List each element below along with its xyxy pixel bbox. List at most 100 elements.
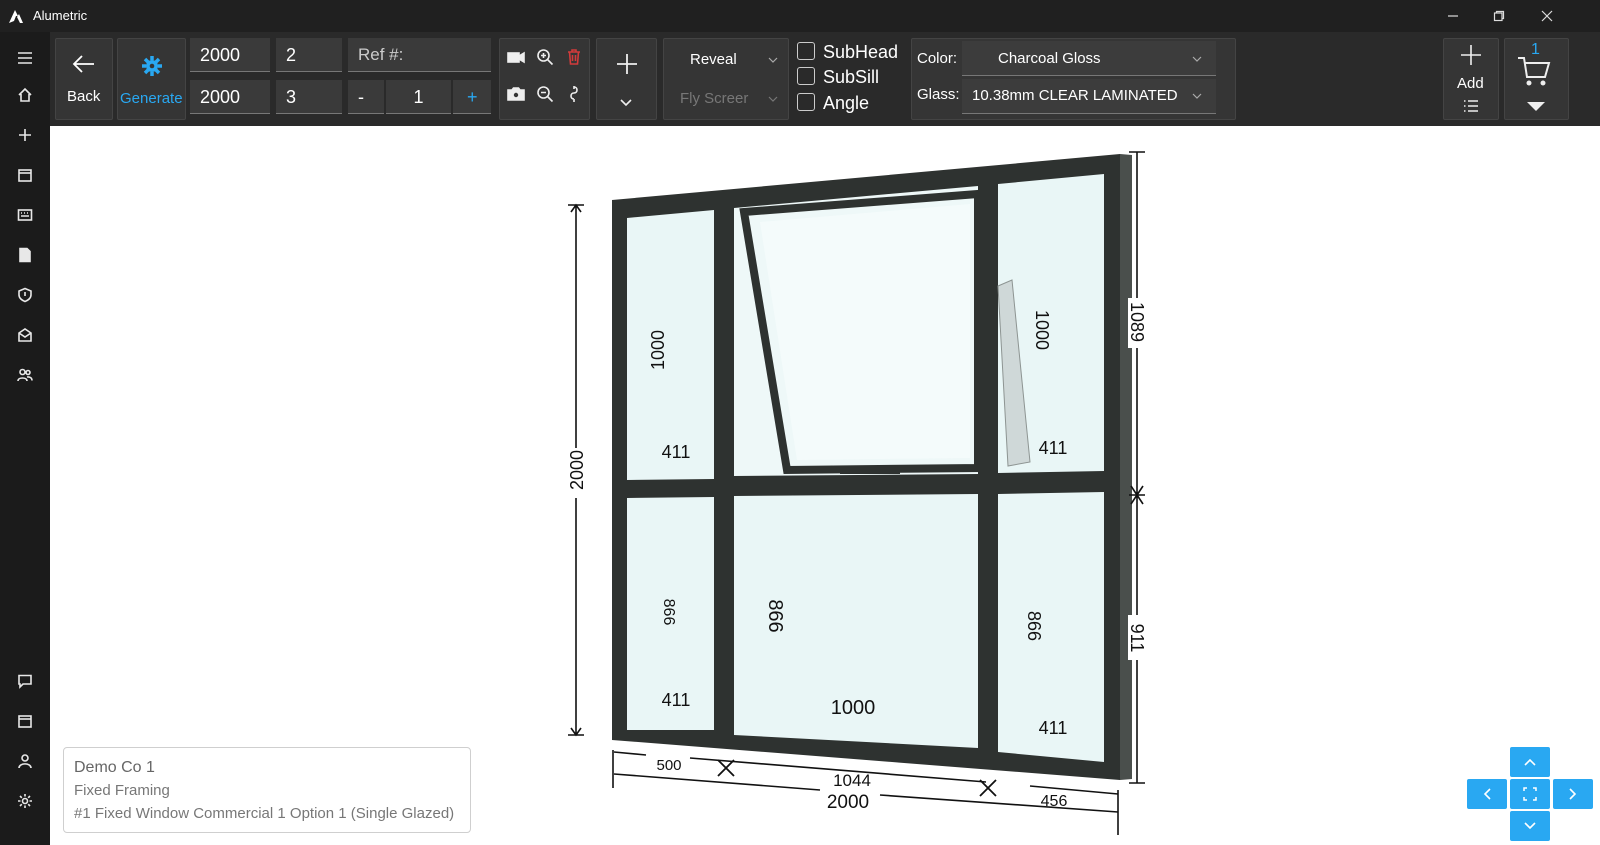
chevron-down-icon <box>768 96 778 102</box>
add-label: Add <box>1457 75 1484 92</box>
close-button[interactable] <box>1524 0 1570 32</box>
cart-icon[interactable] <box>1517 55 1551 87</box>
chevron-left-icon <box>1483 788 1491 800</box>
calendar-icon <box>18 169 32 182</box>
link-button[interactable] <box>563 83 585 105</box>
reveal-dropdown[interactable]: Reveal <box>664 39 788 79</box>
restore-icon <box>1493 10 1505 22</box>
video-camera-icon <box>507 51 525 64</box>
fit-view-button[interactable] <box>1510 779 1550 809</box>
width-input-bottom[interactable]: 2000 <box>190 80 270 114</box>
flyscreen-dropdown[interactable]: Fly Screer <box>664 79 788 119</box>
glass-dropdown[interactable]: 10.38mm CLEAR LAMINATED <box>962 79 1216 114</box>
add-element-button[interactable] <box>614 51 640 77</box>
keyboard-icon <box>17 209 33 221</box>
restore-button[interactable] <box>1476 0 1522 32</box>
add-element-group <box>596 38 657 120</box>
sidebar-menu[interactable] <box>13 46 37 70</box>
back-button[interactable]: Back <box>55 38 113 120</box>
zoom-out-button[interactable] <box>534 83 556 105</box>
product-type: Fixed Framing <box>74 782 170 799</box>
dimension-bottom-right-height: 911 <box>1127 624 1147 653</box>
shield-icon <box>18 287 32 303</box>
pan-left-button[interactable] <box>1467 779 1507 809</box>
delete-button[interactable] <box>563 46 585 68</box>
sidebar-item-chat[interactable] <box>13 669 37 693</box>
minimize-button[interactable] <box>1430 0 1476 32</box>
chevron-down-icon <box>620 99 632 107</box>
chevron-up-icon <box>1524 758 1536 766</box>
sidebar-item-calculator[interactable] <box>13 203 37 227</box>
reveal-label: Reveal <box>690 51 737 68</box>
sidebar-item-mail[interactable] <box>13 323 37 347</box>
fullscreen-icon <box>1523 787 1537 801</box>
minimize-icon <box>1448 15 1458 17</box>
frame-depth-edge <box>1120 154 1132 780</box>
dimension-bottom-right: 456 <box>1041 793 1068 810</box>
sidebar-item-security[interactable] <box>13 283 37 307</box>
quantity-decrement-button[interactable]: - <box>348 80 384 114</box>
users-icon <box>17 368 33 382</box>
record-video-button[interactable] <box>505 46 527 68</box>
title-bar: Alumetric <box>0 0 1600 32</box>
pane-tl-height: 1000 <box>648 330 668 370</box>
sidebar-item-schedule[interactable] <box>13 709 37 733</box>
item-info-card: Demo Co 1 Fixed Framing #1 Fixed Window … <box>63 747 471 833</box>
glass-label: Glass: <box>917 86 960 103</box>
sidebar-item-quotes[interactable] <box>13 163 37 187</box>
add-to-quote-group: Add <box>1443 38 1499 120</box>
color-dropdown[interactable]: Charcoal Gloss <box>962 41 1216 76</box>
dimension-overall-height: 2000 <box>567 450 587 490</box>
chat-icon <box>18 674 32 689</box>
zoom-in-button[interactable] <box>534 46 556 68</box>
pan-down-button[interactable] <box>1510 811 1550 841</box>
sidebar-item-documents[interactable] <box>13 243 37 267</box>
awning-sash-glass <box>760 204 970 460</box>
back-label: Back <box>67 88 101 105</box>
drawing-canvas[interactable]: 1000 411 1000 411 866 411 866 1000 866 4… <box>50 126 1600 845</box>
subsill-checkbox[interactable] <box>797 67 815 85</box>
window-drawing: 1000 411 1000 411 866 411 866 1000 866 4… <box>567 151 1147 835</box>
zoom-in-icon <box>537 49 554 66</box>
pan-right-button[interactable] <box>1553 779 1593 809</box>
list-icon[interactable] <box>1463 99 1479 113</box>
sidebar-item-new[interactable] <box>13 123 37 147</box>
sidebar-item-home[interactable] <box>13 83 37 107</box>
chevron-down-icon <box>1524 822 1536 830</box>
sidebar-item-settings[interactable] <box>13 789 37 813</box>
quantity-input[interactable]: 1 <box>386 80 451 114</box>
dimension-bottom-total: 2000 <box>827 792 869 813</box>
add-button[interactable]: Add <box>1444 39 1498 95</box>
pane-bl-height: 866 <box>660 599 677 626</box>
color-label: Color: <box>917 50 958 67</box>
chevron-down-icon <box>1192 93 1202 99</box>
subsill-label: SubSill <box>823 67 880 87</box>
color-glass-group: Color: Charcoal Gloss Glass: 10.38mm CLE… <box>911 38 1236 120</box>
angle-checkbox[interactable] <box>797 93 815 111</box>
home-icon <box>18 87 32 102</box>
rows-input[interactable]: 3 <box>276 80 342 114</box>
app-title: Alumetric <box>33 8 88 23</box>
sidebar-item-users[interactable] <box>13 363 37 387</box>
item-description: #1 Fixed Window Commercial 1 Option 1 (S… <box>74 805 455 822</box>
sash-handle <box>840 466 900 474</box>
add-element-dropdown[interactable] <box>615 91 637 113</box>
ref-input[interactable]: Ref #: <box>348 38 491 72</box>
glass-value: 10.38mm CLEAR LAMINATED <box>972 87 1178 104</box>
sidebar-item-account[interactable] <box>13 749 37 773</box>
subhead-checkbox[interactable] <box>797 42 815 60</box>
calendar-icon <box>18 715 32 728</box>
hamburger-menu-icon <box>18 52 32 64</box>
snapshot-button[interactable] <box>505 83 527 105</box>
gear-icon <box>18 794 32 808</box>
chevron-down-icon[interactable] <box>1526 101 1546 113</box>
color-value: Charcoal Gloss <box>998 50 1101 67</box>
width-input-top[interactable]: 2000 <box>190 38 270 72</box>
quantity-increment-button[interactable]: + <box>453 80 491 114</box>
generate-button[interactable]: Generate <box>117 38 186 120</box>
columns-input[interactable]: 2 <box>276 38 342 72</box>
pane-br-height: 866 <box>1024 611 1044 641</box>
mail-icon <box>18 328 32 342</box>
reveal-flyscreen-group: Reveal Fly Screer <box>663 38 789 120</box>
pan-up-button[interactable] <box>1510 747 1550 777</box>
